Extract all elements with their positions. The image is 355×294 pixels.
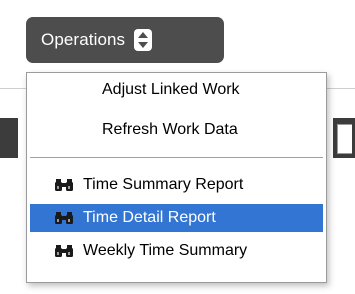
menu-item-adjust-linked-work[interactable]: Adjust Linked Work [30, 76, 323, 104]
operations-button-label: Operations [41, 30, 126, 49]
operations-menu: Adjust Linked Work Refresh Work Data Tim… [26, 72, 327, 283]
menu-item-label: Adjust Linked Work [102, 81, 240, 98]
menu-item-label: Time Detail Report [83, 209, 216, 226]
background-toolbar-left [0, 118, 18, 158]
menu-item-time-detail-report[interactable]: Time Detail Report [30, 204, 323, 232]
menu-item-time-summary-report[interactable]: Time Summary Report [30, 171, 323, 199]
binoculars-icon [55, 245, 73, 257]
background-toolbar-right [333, 118, 355, 158]
binoculars-icon [55, 179, 73, 191]
menu-separator [30, 157, 323, 158]
binoculars-icon [55, 212, 73, 224]
menu-item-refresh-work-data[interactable]: Refresh Work Data [30, 116, 323, 144]
menu-item-label: Refresh Work Data [102, 121, 238, 138]
menu-item-label: Weekly Time Summary [83, 242, 248, 259]
menu-item-label: Time Summary Report [83, 176, 244, 193]
up-down-arrows-icon [134, 29, 153, 51]
menu-item-weekly-time-summary[interactable]: Weekly Time Summary [30, 237, 323, 265]
operations-button[interactable]: Operations [26, 17, 224, 63]
